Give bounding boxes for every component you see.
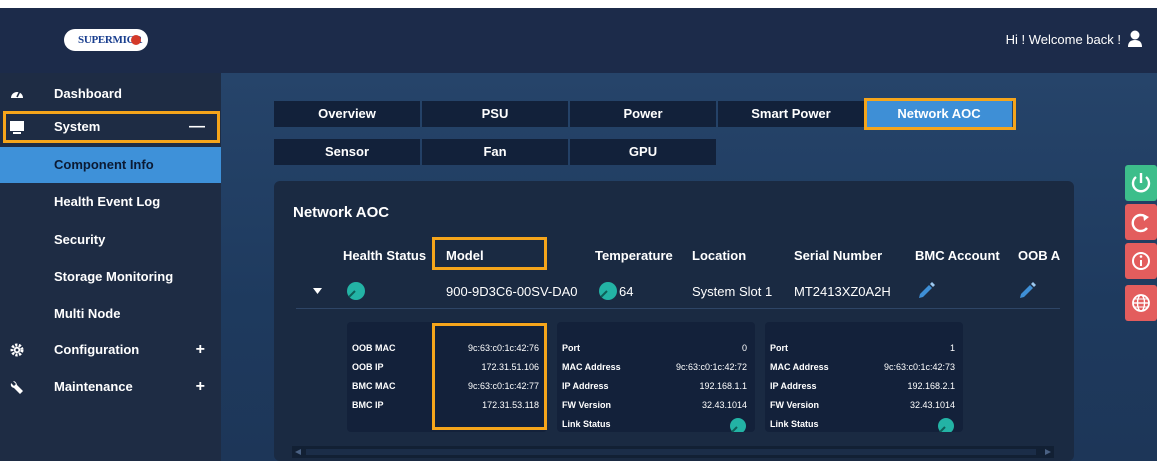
card-key: Port (770, 343, 788, 353)
card-key: OOB MAC (352, 343, 396, 353)
card-key: Link Status (562, 419, 611, 429)
col-bmc-account: BMC Account (915, 248, 1000, 263)
tab-gpu[interactable]: GPU (570, 139, 716, 165)
power-button[interactable] (1125, 165, 1157, 201)
card-value: 0 (741, 343, 747, 353)
card-key: FW Version (562, 400, 612, 410)
info-button[interactable] (1125, 243, 1157, 279)
card-value: 32.43.1014 (701, 400, 747, 410)
oob-values-highlight-box (432, 323, 547, 430)
tab-psu[interactable]: PSU (422, 101, 568, 127)
card-value: 192.168.2.1 (907, 381, 955, 391)
card-value: 9c:63:c0:1c:42:73 (883, 362, 955, 372)
sidebar-item-label: Security (54, 232, 106, 247)
sidebar-item-configuration[interactable]: Configuration + (0, 332, 221, 368)
card-key: BMC MAC (352, 381, 396, 391)
card-key: Link Status (770, 419, 819, 429)
row-expand-icon[interactable] (313, 287, 322, 295)
sidebar-item-label: Storage Monitoring (54, 269, 174, 284)
sidebar-item-maintenance[interactable]: Maintenance + (0, 369, 221, 405)
card-key: IP Address (562, 381, 609, 391)
tab-sensor[interactable]: Sensor (274, 139, 420, 165)
model-highlight-box (432, 237, 547, 270)
port-0-card: Port 0 MAC Address 9c:63:c0:1c:42:72 IP … (557, 322, 755, 432)
card-value: 32.43.1014 (909, 400, 955, 410)
card-key: OOB IP (352, 362, 384, 372)
link-status-icon (938, 418, 954, 432)
logo-dot (131, 35, 141, 45)
horizontal-scrollbar[interactable] (292, 446, 1054, 458)
tab-smart-power[interactable]: Smart Power (718, 101, 864, 127)
scroll-right-icon[interactable] (1045, 449, 1051, 455)
card-key: Port (562, 343, 580, 353)
col-health-status: Health Status (343, 248, 427, 263)
sidebar-item-health-event-log[interactable]: Health Event Log (0, 184, 221, 220)
sidebar-item-label: Component Info (54, 157, 154, 172)
sidebar-item-storage-monitoring[interactable]: Storage Monitoring (0, 259, 221, 295)
sidebar-item-multi-node[interactable]: Multi Node (0, 296, 221, 332)
edit-bmc-account-icon[interactable] (917, 281, 935, 299)
sidebar-item-label: Dashboard (54, 86, 122, 101)
card-key: FW Version (770, 400, 820, 410)
health-status-icon (347, 282, 365, 300)
card-value: 9c:63:c0:1c:42:72 (675, 362, 747, 372)
dashboard-icon (11, 90, 23, 98)
tab-overview[interactable]: Overview (274, 101, 420, 127)
expand-toggle[interactable]: + (196, 332, 205, 368)
row-location: System Slot 1 (692, 284, 773, 299)
col-serial-number: Serial Number (794, 248, 883, 263)
tab-power[interactable]: Power (570, 101, 716, 127)
tab-fan[interactable]: Fan (422, 139, 568, 165)
scrollbar-thumb[interactable] (306, 449, 1036, 455)
sidebar-item-component-info[interactable]: Component Info (0, 147, 221, 183)
row-divider (296, 308, 1060, 309)
supermicro-logo[interactable]: SUPERMICR (64, 29, 148, 51)
col-location: Location (692, 248, 747, 263)
card-value: 192.168.1.1 (699, 381, 747, 391)
welcome-text: Hi ! Welcome back ! (1005, 32, 1121, 47)
reset-button[interactable] (1125, 204, 1157, 240)
row-model: 900-9D3C6-00SV-DA0 (446, 284, 578, 299)
card-key: MAC Address (562, 362, 621, 372)
col-oob-account: OOB A (1018, 248, 1061, 263)
user-icon[interactable] (1127, 30, 1143, 48)
top-bar: SUPERMICR Hi ! Welcome back ! (0, 8, 1157, 73)
gear-icon (10, 343, 24, 357)
edit-oob-account-icon[interactable] (1018, 281, 1036, 299)
row-serial: MT2413XZ0A2H (794, 284, 891, 299)
language-globe-button[interactable] (1125, 285, 1157, 321)
sidebar-item-label: Health Event Log (54, 194, 161, 209)
card-key: MAC Address (770, 362, 829, 372)
sidebar-item-security[interactable]: Security (0, 222, 221, 258)
link-status-icon (730, 418, 746, 432)
panel-title: Network AOC (293, 204, 390, 221)
expand-toggle[interactable]: + (196, 369, 205, 405)
sidebar-item-dashboard[interactable]: Dashboard (0, 76, 221, 112)
sidebar-item-label: Configuration (54, 342, 140, 357)
sidebar-item-label: Maintenance (54, 379, 133, 394)
temperature-status-icon (599, 282, 617, 300)
port-1-card: Port 1 MAC Address 9c:63:c0:1c:42:73 IP … (765, 322, 963, 432)
system-highlight-box (3, 111, 220, 143)
wrench-icon (10, 381, 23, 394)
sidebar-item-label: Multi Node (54, 306, 121, 321)
card-key: IP Address (770, 381, 817, 391)
row-temperature: 64 (619, 284, 634, 299)
card-key: BMC IP (352, 400, 384, 410)
card-value: 1 (949, 343, 955, 353)
scroll-left-icon[interactable] (295, 449, 301, 455)
network-aoc-tab-highlight (864, 98, 1016, 130)
col-temperature: Temperature (595, 248, 673, 263)
